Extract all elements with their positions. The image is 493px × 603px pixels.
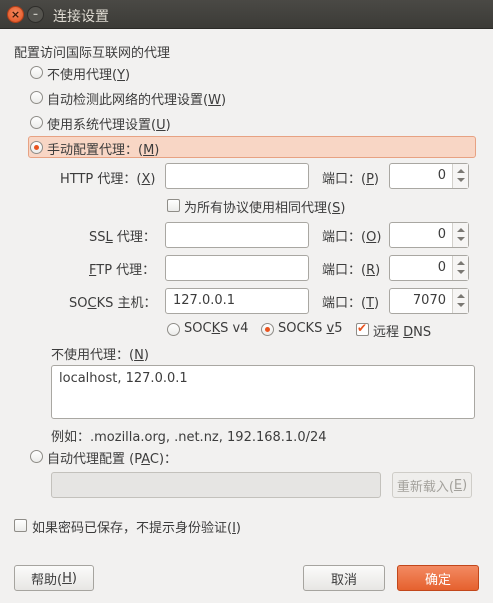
spinner-arrows[interactable] bbox=[452, 164, 468, 188]
spin-down-icon[interactable] bbox=[457, 270, 465, 274]
radio-socks-v4[interactable] bbox=[167, 323, 180, 336]
help-button[interactable]: 帮助(H) bbox=[14, 565, 94, 591]
radio-auto-detect[interactable] bbox=[30, 91, 43, 104]
label-remote-dns[interactable]: 远程 DNS bbox=[373, 321, 431, 340]
ssl-port-label: 端口：(O) bbox=[322, 230, 382, 245]
title-bar: × – 连接设置 bbox=[0, 0, 493, 29]
no-proxy-example: 例如：.mozilla.org, .net.nz, 192.168.1.0/24 bbox=[51, 430, 327, 445]
reload-button[interactable]: 重新载入(E) bbox=[392, 472, 472, 498]
ftp-proxy-label: FTP 代理： bbox=[89, 263, 156, 278]
same-proxy-label[interactable]: 为所有协议使用相同代理(S) bbox=[184, 197, 345, 216]
http-host-input[interactable] bbox=[165, 163, 309, 189]
cancel-button[interactable]: 取消 bbox=[303, 565, 385, 591]
no-proxy-textarea[interactable]: localhost, 127.0.0.1 bbox=[51, 365, 475, 419]
pac-url-input[interactable] bbox=[51, 472, 381, 498]
ssl-proxy-label: SSL 代理： bbox=[89, 230, 156, 245]
spin-up-icon[interactable] bbox=[457, 261, 465, 265]
radio-manual-proxy[interactable] bbox=[30, 141, 43, 154]
spin-down-icon[interactable] bbox=[457, 237, 465, 241]
label-system-proxy[interactable]: 使用系统代理设置(U) bbox=[47, 114, 171, 133]
label-pac[interactable]: 自动代理配置 (PAC)： bbox=[47, 448, 177, 467]
socks-host-label: SOCKS 主机： bbox=[69, 296, 157, 311]
spinner-arrows[interactable] bbox=[452, 223, 468, 247]
socks-port-spinner[interactable]: 7070 bbox=[389, 288, 469, 314]
label-socks-v4[interactable]: SOCKS v4 bbox=[184, 321, 248, 336]
ssl-port-value: 0 bbox=[437, 227, 446, 242]
spin-up-icon[interactable] bbox=[457, 169, 465, 173]
label-auto-detect[interactable]: 自动检测此网络的代理设置(W) bbox=[47, 89, 226, 108]
no-auth-prompt-checkbox[interactable] bbox=[14, 519, 27, 532]
spin-down-icon[interactable] bbox=[457, 178, 465, 182]
radio-socks-v5[interactable] bbox=[261, 323, 274, 336]
http-port-spinner[interactable]: 0 bbox=[389, 163, 469, 189]
no-auth-prompt-label[interactable]: 如果密码已保存，不提示身份验证(I) bbox=[32, 517, 241, 536]
spinner-arrows[interactable] bbox=[452, 289, 468, 313]
ssl-port-spinner[interactable]: 0 bbox=[389, 222, 469, 248]
socks-host-input[interactable]: 127.0.0.1 bbox=[165, 288, 309, 314]
no-proxy-label: 不使用代理：(N) bbox=[51, 348, 149, 363]
socks-port-label: 端口：(T) bbox=[322, 296, 380, 311]
radio-system-proxy[interactable] bbox=[30, 116, 43, 129]
label-no-proxy[interactable]: 不使用代理(Y) bbox=[47, 64, 130, 83]
ftp-port-label: 端口：(R) bbox=[322, 263, 381, 278]
ftp-port-spinner[interactable]: 0 bbox=[389, 255, 469, 281]
ok-button[interactable]: 确定 bbox=[397, 565, 479, 591]
ftp-port-value: 0 bbox=[437, 260, 446, 275]
minimize-icon[interactable]: – bbox=[27, 6, 44, 23]
close-icon[interactable]: × bbox=[7, 6, 24, 23]
spinner-arrows[interactable] bbox=[452, 256, 468, 280]
http-port-value: 0 bbox=[437, 168, 446, 183]
http-proxy-label: HTTP 代理：(X) bbox=[60, 172, 156, 187]
label-manual-proxy[interactable]: 手动配置代理：(M) bbox=[47, 139, 159, 158]
spin-up-icon[interactable] bbox=[457, 228, 465, 232]
label-socks-v5[interactable]: SOCKS v5 bbox=[278, 321, 342, 336]
spin-down-icon[interactable] bbox=[457, 303, 465, 307]
ftp-host-input[interactable] bbox=[165, 255, 309, 281]
remote-dns-checkbox[interactable] bbox=[356, 321, 369, 336]
radio-no-proxy[interactable] bbox=[30, 66, 43, 79]
ssl-host-input[interactable] bbox=[165, 222, 309, 248]
http-port-label: 端口：(P) bbox=[322, 172, 379, 187]
same-proxy-checkbox[interactable] bbox=[167, 199, 180, 212]
socks-port-value: 7070 bbox=[412, 293, 446, 308]
spin-up-icon[interactable] bbox=[457, 294, 465, 298]
radio-pac[interactable] bbox=[30, 450, 43, 463]
section-title: 配置访问国际互联网的代理 bbox=[14, 46, 171, 61]
window-title: 连接设置 bbox=[53, 9, 109, 25]
